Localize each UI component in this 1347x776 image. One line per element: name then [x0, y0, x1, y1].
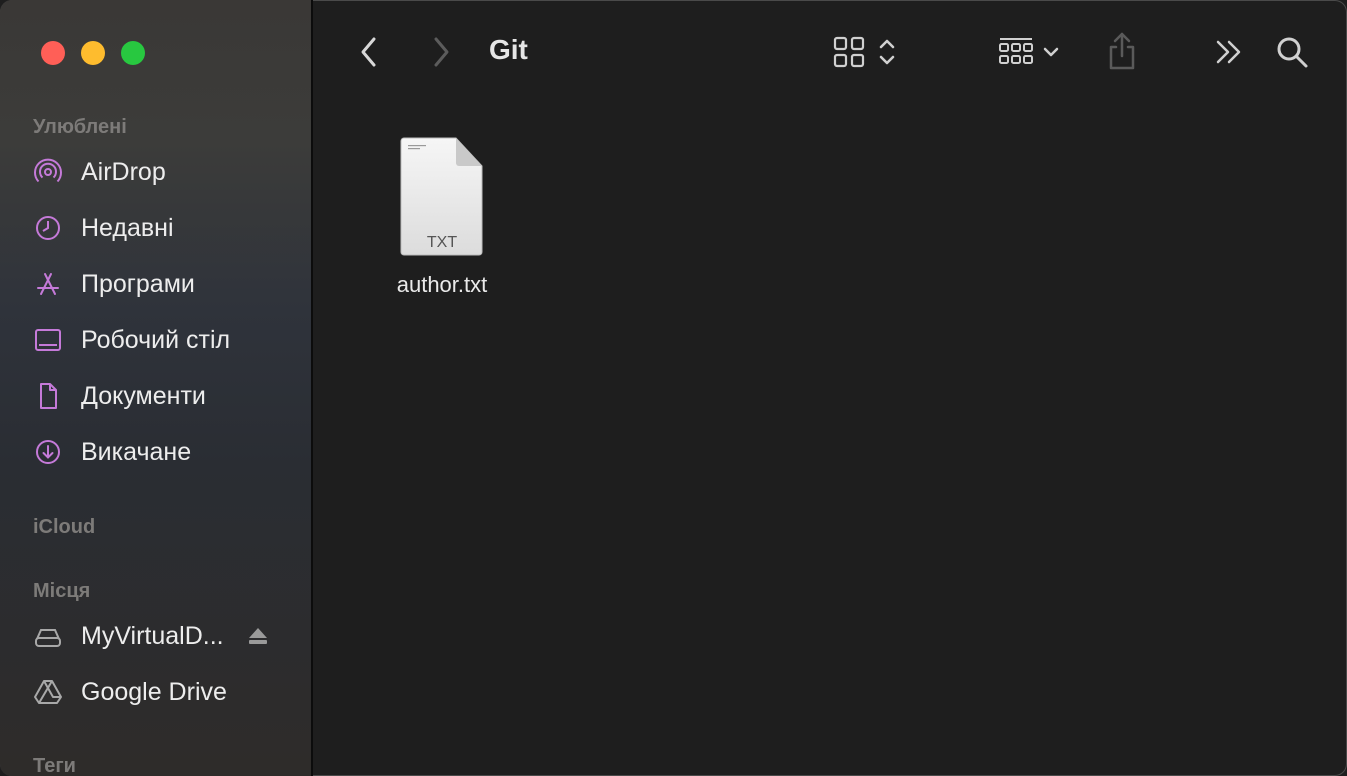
share-button[interactable] — [1104, 30, 1140, 72]
sidebar-item-google-drive[interactable]: Google Drive — [33, 672, 293, 712]
download-icon — [33, 437, 69, 467]
sidebar-item-label: AirDrop — [81, 157, 166, 186]
sidebar-item-recents[interactable]: Недавні — [33, 208, 293, 248]
applications-icon — [33, 269, 69, 299]
sidebar-item-label: Документи — [81, 381, 206, 410]
chevron-updown-icon — [879, 37, 895, 67]
view-mode-button[interactable] — [828, 34, 900, 70]
icloud-section-title[interactable]: iCloud — [33, 516, 95, 539]
search-button[interactable] — [1274, 34, 1310, 70]
back-button[interactable] — [354, 34, 384, 70]
google-drive-icon — [33, 677, 69, 707]
sidebar-item-label: Викачане — [81, 437, 192, 466]
text-file-icon: TXT — [392, 132, 492, 260]
close-window-button[interactable] — [41, 41, 65, 65]
forward-button[interactable] — [426, 34, 456, 70]
finder-window: Улюблені AirDrop Недавні Програми Робочи… — [0, 0, 1347, 776]
desktop-icon — [33, 325, 69, 355]
maximize-window-button[interactable] — [121, 41, 145, 65]
more-toolbar-button[interactable] — [1212, 36, 1246, 68]
chevron-left-icon — [359, 36, 379, 68]
sidebar-item-myvirtualdisk[interactable]: MyVirtualD... — [33, 616, 293, 656]
sidebar-item-label: Недавні — [81, 213, 174, 242]
sidebar-item-label: MyVirtualD... — [81, 621, 224, 650]
sidebar-item-desktop[interactable]: Робочий стіл — [33, 320, 293, 360]
sidebar-item-airdrop[interactable]: AirDrop — [33, 152, 293, 192]
airdrop-icon — [33, 157, 69, 187]
double-chevron-right-icon — [1214, 39, 1244, 65]
eject-icon[interactable] — [246, 624, 270, 648]
group-icon — [997, 36, 1035, 68]
minimize-window-button[interactable] — [81, 41, 105, 65]
sidebar-item-documents[interactable]: Документи — [33, 376, 293, 416]
search-icon — [1275, 35, 1309, 69]
drive-icon — [33, 621, 69, 651]
sidebar-item-applications[interactable]: Програми — [33, 264, 293, 304]
chevron-down-icon — [1043, 46, 1059, 58]
group-by-button[interactable] — [990, 34, 1066, 70]
favorites-section-title: Улюблені — [33, 116, 127, 138]
tags-section-title[interactable]: Теги — [33, 755, 76, 776]
grid-view-icon — [833, 36, 865, 68]
file-extension-label: TXT — [426, 234, 458, 251]
sidebar-item-downloads[interactable]: Викачане — [33, 432, 293, 472]
file-item[interactable]: TXT author.txt — [380, 132, 504, 312]
document-icon — [33, 381, 69, 411]
places-section-title[interactable]: Місця — [33, 580, 90, 603]
clock-icon — [33, 213, 69, 243]
file-name[interactable]: author.txt — [397, 272, 488, 298]
sidebar-item-label: Google Drive — [81, 677, 227, 706]
sidebar: Улюблені AirDrop Недавні Програми Робочи… — [0, 0, 313, 776]
sidebar-item-label: Робочий стіл — [81, 325, 231, 354]
chevron-right-icon — [431, 36, 451, 68]
window-title: Git — [489, 34, 528, 65]
share-icon — [1106, 31, 1138, 71]
sidebar-item-label: Програми — [81, 269, 195, 298]
